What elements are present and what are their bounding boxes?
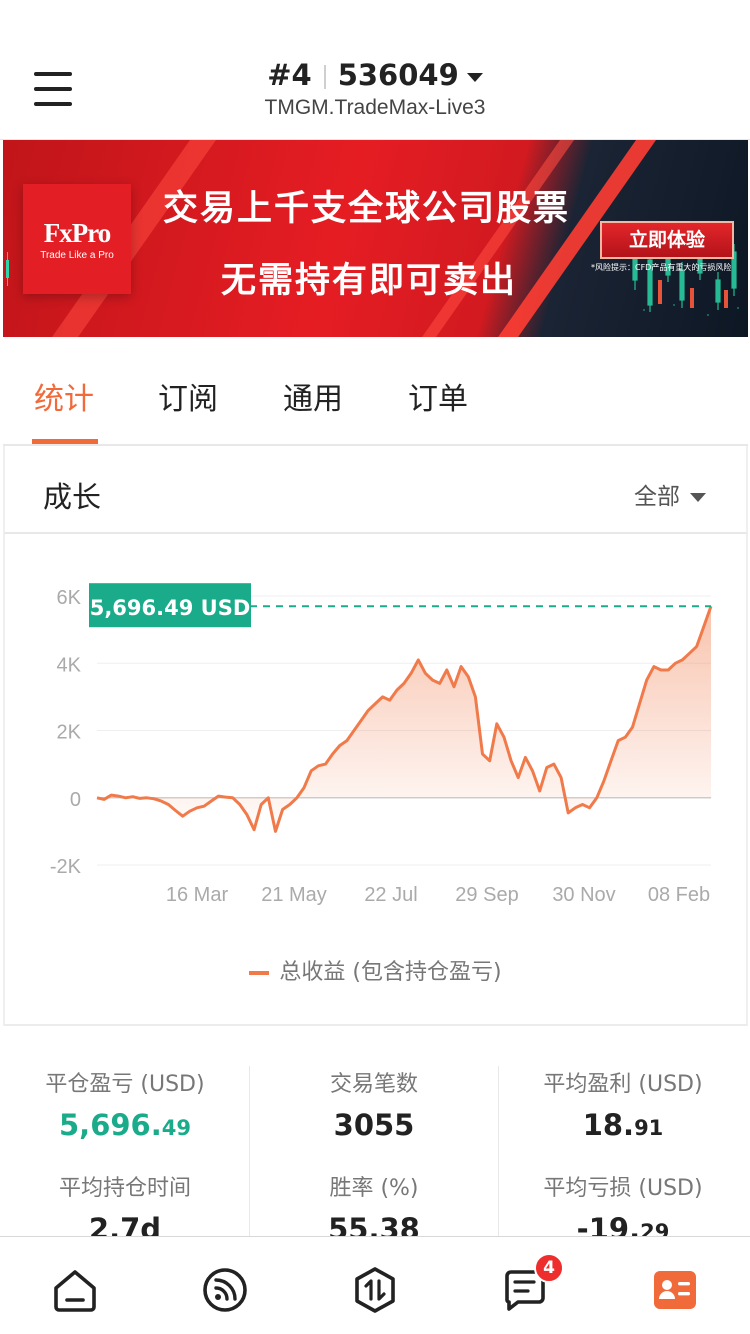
brand-tagline: Trade Like a Pro [40, 250, 114, 261]
x-tick-label: 21 May [261, 884, 327, 906]
current-value-label: 5,696.49 USD [90, 596, 251, 620]
section-title: 成长 [43, 480, 102, 514]
candlestick-decoration [6, 252, 9, 286]
stat-value: 5,696.49 [59, 1108, 191, 1142]
account-id: 536049 [337, 58, 459, 92]
stats-panel: 平仓盈亏 (USD) 5,696.49 交易笔数 3055 平均盈利 (USD)… [0, 1028, 750, 1236]
stat-label: 平均持仓时间 [58, 1176, 191, 1201]
banner-subheadline: 无需持有即可卖出 [221, 261, 518, 301]
home-icon[interactable] [50, 1265, 100, 1315]
period-selector[interactable]: 全部 [634, 477, 706, 511]
stat-label: 平均盈利 (USD) [543, 1072, 703, 1097]
period-label: 全部 [634, 484, 680, 510]
tab-orders[interactable]: 订单 [408, 374, 468, 418]
stat-value: 18.91 [582, 1108, 664, 1142]
stat-avg-holding-time: 平均持仓时间 2.7d [0, 1170, 250, 1236]
stat-label: 平均亏损 (USD) [543, 1176, 703, 1201]
divider [323, 65, 326, 89]
y-tick-label: -2K [50, 856, 82, 878]
server-name: TMGM.TradeMax-Live3 [264, 96, 486, 119]
x-tick-label: 29 Sep [455, 884, 518, 906]
x-tick-label: 22 Jul [364, 884, 417, 906]
account-selector[interactable]: #4 536049 [0, 58, 750, 92]
active-tab-indicator [32, 439, 98, 444]
stat-closed-pnl: 平仓盈亏 (USD) 5,696.49 [0, 1066, 250, 1142]
y-tick-label: 0 [70, 789, 81, 811]
banner-headline: 交易上千支全球公司股票 [163, 189, 571, 229]
account-number: #4 [267, 58, 312, 92]
stat-value: 2.7d [88, 1212, 162, 1236]
growth-section-header: 成长 全部 [3, 446, 748, 534]
promo-banner[interactable]: FxPro Trade Like a Pro 交易上千支全球公司股票 无需持有即… [3, 140, 748, 337]
stat-label: 平仓盈亏 (USD) [45, 1072, 205, 1097]
stat-value: 3055 [333, 1108, 415, 1142]
x-tick-label: 08 Feb [648, 884, 710, 906]
y-tick-label: 6K [57, 587, 82, 609]
x-tick-label: 30 Nov [552, 884, 615, 906]
risk-disclaimer: *风险提示：CFD产品有重大的亏损风险 [591, 263, 732, 272]
profile-card-icon[interactable] [650, 1265, 700, 1315]
stat-trade-count: 交易笔数 3055 [249, 1066, 499, 1142]
bottom-nav: 4 [0, 1236, 750, 1334]
stat-value: -19.29 [576, 1212, 670, 1236]
stat-value: 55.38 [328, 1212, 420, 1236]
try-now-button[interactable]: 立即体验 [600, 221, 734, 259]
tab-subscribe[interactable]: 订阅 [158, 374, 218, 418]
growth-chart: 6K 4K 2K 0 -2K 16 Mar 21 May 22 Jul 29 Sep 30 Nov… [3, 534, 748, 1026]
chevron-down-icon [466, 72, 483, 82]
tab-stats[interactable]: 统计 [34, 374, 94, 418]
chevron-down-icon [690, 493, 706, 502]
x-tick-label: 16 Mar [166, 884, 229, 906]
tab-general[interactable]: 通用 [283, 374, 343, 418]
y-tick-label: 2K [57, 722, 82, 744]
unread-badge: 4 [534, 1253, 564, 1283]
legend-label: 总收益 (包含持仓盈亏) [279, 960, 502, 985]
fxpro-logo: FxPro Trade Like a Pro [23, 184, 131, 294]
growth-chart-svg[interactable]: 6K 4K 2K 0 -2K 16 Mar 21 May 22 Jul 29 Sep 30 Nov… [5, 534, 746, 944]
trade-icon[interactable] [350, 1265, 400, 1315]
stat-avg-profit: 平均盈利 (USD) 18.91 [498, 1066, 748, 1142]
brand-name: FxPro [43, 218, 111, 248]
legend-swatch [249, 971, 270, 975]
feed-icon[interactable] [200, 1265, 250, 1315]
tab-bar: 统计 订阅 通用 订单 [3, 338, 748, 446]
top-bar: #4 536049 TMGM.TradeMax-Live3 [0, 0, 750, 140]
stat-label: 交易笔数 [329, 1072, 418, 1097]
chart-legend: 总收益 (包含持仓盈亏) [5, 954, 746, 986]
stat-label: 胜率 (%) [329, 1176, 419, 1201]
y-tick-label: 4K [57, 654, 82, 676]
stat-win-rate: 胜率 (%) 55.38 [249, 1170, 499, 1236]
stat-avg-loss: 平均亏损 (USD) -19.29 [498, 1170, 748, 1236]
